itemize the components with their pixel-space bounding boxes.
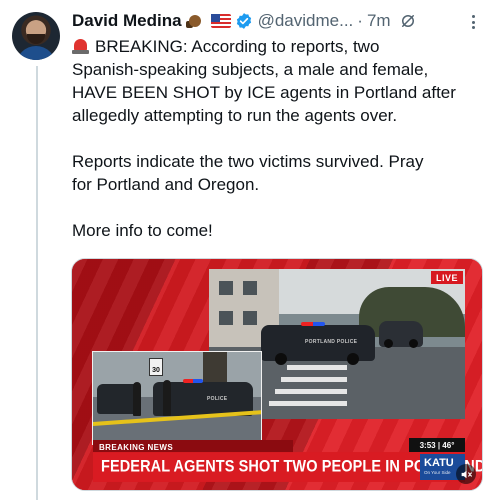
tweet-line: BREAKING: According to reports, two [72,35,486,58]
tweet-header: David Medina @davidme... · 7m [72,8,417,34]
tweet-timestamp[interactable]: 7m [367,11,391,31]
mute-icon[interactable] [456,464,476,484]
live-badge: LIVE [431,271,463,284]
inset-video-frame: 30 POLICE [92,351,262,445]
avatar-beard [27,34,45,44]
avatar-shoulders [16,46,56,60]
tweet-line: More info to come! [72,221,213,240]
author-handle[interactable]: @davidme... [258,11,354,31]
tweet-text: BREAKING: According to reports, two Span… [72,35,486,242]
news-headline: FEDERAL AGENTS SHOT TWO PEOPLE IN PORTLA… [93,452,482,482]
author-name[interactable]: David Medina [72,11,182,31]
tweet-line: for Portland and Oregon. [72,175,260,194]
tweet-video[interactable]: PORTLAND POLICE LIVE 30 POLICE BREAKING … [71,258,483,491]
beaver-emoji-icon [185,13,204,29]
verified-badge-icon[interactable] [235,12,253,30]
officer-figure [133,382,141,416]
grok-icon[interactable] [399,12,417,30]
author-avatar[interactable] [12,12,60,60]
lower-third: BREAKING NEWS 3:53 | 46° FEDERAL AGENTS … [93,438,482,482]
tweet-line: HAVE BEEN SHOT by ICE agents in Portland… [72,83,456,102]
tweet-line: Reports indicate the two victims survive… [72,152,424,171]
broadcast-clock: 3:53 | 46° [409,438,465,452]
tweet-line: Spanish-speaking subjects, a male and fe… [72,60,429,79]
header-separator: · [357,11,363,30]
thread-line [36,66,38,500]
police-car [379,321,423,348]
tweet-line: allegedly attempting to run the agents o… [72,106,398,125]
police-siren-icon [72,38,89,54]
officer-figure [163,380,171,416]
speed-limit-sign: 30 [149,358,163,376]
police-car: PORTLAND POLICE [261,322,375,365]
us-flag-icon [208,14,231,28]
more-options-icon[interactable] [466,12,480,32]
